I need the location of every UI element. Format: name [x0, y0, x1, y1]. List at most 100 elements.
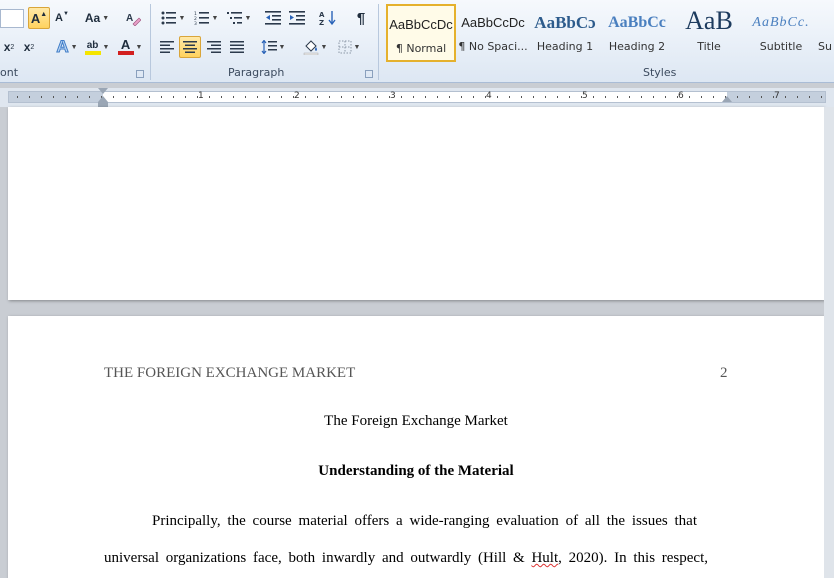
group-separator [150, 4, 151, 80]
ruler-tick [65, 96, 66, 98]
superscript-mark: 2 [30, 43, 35, 51]
ruler-tick [269, 96, 270, 98]
justify-button[interactable] [226, 36, 248, 58]
change-case-button[interactable]: Aa ▼ [82, 7, 112, 29]
font-color-button[interactable]: A ▼ [113, 36, 147, 58]
style-subtle-emphasis[interactable]: Su [818, 4, 834, 62]
spelling-error-word[interactable]: Hult [531, 550, 558, 566]
style-normal[interactable]: AaBbCcDc ¶ Normal [386, 4, 456, 62]
highlight-color-button[interactable]: ab ▼ [80, 36, 114, 58]
style-subtitle[interactable]: AaBbCc. Subtitle [746, 4, 816, 62]
ruler-tick [653, 96, 654, 98]
ruler-tick [317, 96, 318, 98]
style-sample: AaB [685, 6, 733, 35]
style-heading-2[interactable]: AaBbCc Heading 2 [602, 4, 672, 62]
grow-font-button[interactable]: A ▲ [28, 7, 50, 29]
numbering-button[interactable]: 1 2 3 ▼ [191, 7, 221, 29]
subscript-mark: 2 [10, 43, 15, 51]
text-effects-button[interactable]: A ▼ [50, 36, 84, 58]
ruler-tick [461, 96, 462, 98]
first-line-indent-marker[interactable] [98, 88, 108, 94]
font-color-icon: A [117, 38, 134, 55]
shrink-font-icon: A [55, 12, 63, 24]
clear-formatting-icon: A [126, 13, 141, 26]
bullets-button[interactable]: ▼ [158, 7, 188, 29]
ruler-tick [629, 96, 630, 98]
show-formatting-marks-button[interactable]: ¶ [350, 7, 372, 29]
superscript-button[interactable]: x2 [19, 36, 39, 58]
align-left-icon [160, 41, 174, 53]
style-name: Heading 2 [608, 40, 666, 53]
vertical-scrollbar[interactable] [824, 107, 834, 578]
justify-icon [230, 41, 244, 53]
style-name: Subtitle [759, 40, 803, 53]
ruler-tick [701, 96, 702, 98]
text-run: , 2020). In this respect, [558, 550, 709, 566]
borders-button[interactable]: ▼ [334, 36, 364, 58]
ruler-tick [281, 96, 282, 98]
decrease-indent-button[interactable] [262, 7, 284, 29]
superscript-icon: x [23, 40, 31, 54]
ruler-number: 3 [390, 91, 396, 101]
ruler-tick [305, 96, 306, 98]
ruler-tick [761, 96, 762, 98]
line-spacing-button[interactable]: ▼ [258, 36, 288, 58]
svg-text:A: A [319, 11, 325, 19]
align-left-button[interactable] [156, 36, 178, 58]
bullets-icon [161, 11, 176, 25]
horizontal-ruler[interactable]: 1 2 3 4 5 6 7 [0, 88, 834, 107]
style-title[interactable]: AaB Title [674, 4, 744, 62]
svg-text:Z: Z [319, 19, 324, 26]
ruler-tick [341, 96, 342, 98]
ruler-tick [641, 96, 642, 98]
ruler-tick [425, 96, 426, 98]
clear-formatting-button[interactable]: A [122, 7, 144, 29]
subscript-button[interactable]: x2 [0, 36, 18, 58]
ruler-tick [533, 96, 534, 98]
ruler-tick [593, 96, 594, 98]
group-separator [378, 4, 379, 80]
style-sample [818, 4, 834, 40]
font-dialog-launcher[interactable] [136, 70, 144, 78]
right-indent-marker[interactable] [722, 96, 732, 102]
ruler-tick [581, 96, 582, 98]
page-number[interactable]: 2 [720, 365, 728, 382]
ruler-number: 6 [678, 91, 684, 101]
style-sample: AaBbCcDc [461, 15, 525, 30]
font-size-field[interactable] [0, 9, 24, 28]
page-1-bottom[interactable] [8, 107, 824, 300]
page-2[interactable] [8, 316, 824, 578]
section-heading[interactable]: Understanding of the Material [104, 463, 728, 480]
ruler-tick [401, 96, 402, 98]
ruler-number: 5 [582, 91, 588, 101]
running-header[interactable]: THE FOREIGN EXCHANGE MARKET [104, 365, 355, 382]
grow-font-icon: A [30, 10, 41, 26]
ruler-tick [389, 96, 390, 98]
align-right-button[interactable] [203, 36, 225, 58]
ruler-tick [77, 96, 78, 98]
style-sample: AaBbCc [608, 14, 666, 31]
multilevel-list-button[interactable]: ▼ [224, 7, 254, 29]
style-no-spacing[interactable]: AaBbCcDc ¶ No Spaci... [458, 4, 528, 62]
shading-button[interactable]: ▼ [300, 36, 330, 58]
ruler-tick [413, 96, 414, 98]
ruler-track: 1 2 3 4 5 6 7 [8, 91, 826, 103]
ruler-number: 2 [294, 91, 300, 101]
line-spacing-icon [261, 40, 277, 54]
ruler-tick [329, 96, 330, 98]
paragraph-dialog-launcher[interactable] [365, 70, 373, 78]
sort-button[interactable]: A Z [316, 7, 340, 29]
increase-indent-button[interactable] [286, 7, 308, 29]
style-heading-1[interactable]: AaBbCɔ Heading 1 [530, 4, 600, 62]
document-title[interactable]: The Foreign Exchange Market [104, 413, 728, 430]
text-effects-icon: A [56, 37, 69, 57]
align-center-button[interactable] [179, 36, 201, 58]
body-paragraph-line[interactable]: universal organizations face, both inwar… [104, 550, 708, 567]
ruler-tick [29, 96, 30, 98]
ruler-tick [809, 96, 810, 98]
ruler-tick [557, 96, 558, 98]
style-sample: AaBbCɔ [534, 13, 596, 32]
body-paragraph-line[interactable]: Principally, the course material offers … [152, 513, 697, 530]
sort-icon: A Z [319, 11, 336, 26]
shrink-font-button[interactable]: A ▼ [52, 7, 72, 29]
